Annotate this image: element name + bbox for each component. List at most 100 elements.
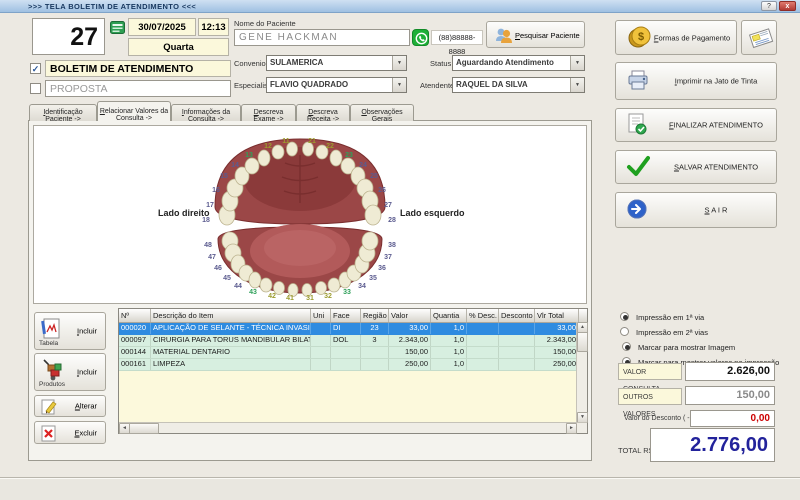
- window-title: >>> TELA BOLETIM DE ATENDIMENTO <<<: [28, 2, 196, 11]
- tooth-number[interactable]: 23: [345, 152, 353, 159]
- tooth-number[interactable]: 16: [212, 187, 220, 194]
- tooth-number[interactable]: 14: [231, 162, 239, 169]
- finalizar-atendimento-button[interactable]: FINALIZAR ATENDIMENTO: [615, 108, 777, 142]
- tooth-number[interactable]: 26: [378, 187, 386, 194]
- radio-impressao-1via[interactable]: [620, 312, 629, 321]
- proposta-checkbox[interactable]: [30, 83, 41, 94]
- help-button[interactable]: ?: [761, 1, 777, 11]
- svg-text:$: $: [638, 31, 644, 43]
- patient-name-input[interactable]: GENE HACKMAN: [234, 29, 410, 46]
- excluir-button[interactable]: Excluir: [34, 421, 106, 444]
- status-select[interactable]: Aguardando Atendimento▼: [452, 55, 585, 71]
- tooth-number[interactable]: 47: [208, 254, 216, 261]
- edit-pencil-icon: [40, 398, 58, 418]
- attendance-number-field[interactable]: 27: [32, 18, 105, 55]
- tab-descreva-exame[interactable]: Descreva Exame ->: [241, 104, 296, 121]
- tooth-number[interactable]: 13: [245, 152, 253, 159]
- horizontal-scrollbar[interactable]: ◄ ►: [119, 422, 587, 433]
- grid-cell: 000161: [119, 359, 151, 370]
- help-icon: ?: [767, 3, 771, 10]
- salvar-label: SALVAR ATENDIMENTO: [660, 163, 772, 172]
- tooth-number[interactable]: 35: [369, 275, 377, 282]
- outros-valores-value: 150,00: [685, 386, 775, 405]
- receipt-icon: [746, 24, 774, 57]
- weekday-field: Quarta: [128, 38, 229, 56]
- tooth-number[interactable]: 31: [306, 295, 314, 302]
- tooth-number[interactable]: 11: [282, 138, 290, 145]
- desconto-value[interactable]: 0,00: [690, 410, 775, 427]
- chevron-down-icon[interactable]: ▼: [570, 78, 584, 92]
- close-button[interactable]: x: [779, 1, 796, 11]
- sair-button[interactable]: S A I R: [615, 192, 777, 228]
- tooth-number[interactable]: 46: [214, 265, 222, 272]
- scrollbar-thumb[interactable]: [129, 423, 159, 434]
- boletim-checkbox[interactable]: ✓: [30, 63, 41, 74]
- green-check-icon: [626, 155, 650, 179]
- incluir-tabela-button[interactable]: Incluir Tabela: [34, 312, 106, 350]
- chevron-down-icon[interactable]: ▼: [570, 56, 584, 70]
- whatsapp-icon[interactable]: [412, 29, 429, 46]
- tooth-number[interactable]: 21: [308, 138, 316, 145]
- tooth-number[interactable]: 24: [359, 162, 367, 169]
- radio-impressao-2vias[interactable]: [620, 327, 629, 336]
- vertical-scrollbar[interactable]: ▲ ▼: [576, 322, 587, 423]
- convenio-select[interactable]: SULAMERICA▼: [266, 55, 407, 71]
- scroll-right-icon[interactable]: ►: [566, 423, 577, 434]
- tooth-number[interactable]: 15: [220, 173, 228, 180]
- table-row[interactable]: 000161 LIMPEZA 250,00 1,0 250,00: [119, 359, 587, 371]
- tab-descreva-receita[interactable]: Descreva Receita ->: [296, 104, 350, 121]
- salvar-atendimento-button[interactable]: SALVAR ATENDIMENTO: [615, 150, 777, 184]
- tooth-number[interactable]: 43: [249, 289, 257, 296]
- especialista-select[interactable]: FLAVIO QUADRADO▼: [266, 77, 407, 93]
- atendente-select[interactable]: RAQUEL DA SILVA ▼: [452, 77, 585, 93]
- chevron-down-icon[interactable]: ▼: [392, 56, 406, 70]
- tooth-number[interactable]: 48: [204, 242, 212, 249]
- formas-pagamento-label: Formas de Pagamento: [652, 33, 732, 42]
- tooth-number[interactable]: 34: [358, 283, 366, 290]
- tooth-number[interactable]: 18: [202, 217, 210, 224]
- grid-cell: 23: [361, 323, 389, 334]
- tooth-number[interactable]: 25: [370, 173, 378, 180]
- atendente-label: Atendente: [420, 81, 454, 90]
- alterar-button[interactable]: Alterar: [34, 395, 106, 417]
- tooth-number[interactable]: 38: [388, 242, 396, 249]
- chevron-down-icon[interactable]: ▼: [392, 78, 406, 92]
- imprimir-button[interactable]: Imprimir na Jato de Tinta: [615, 62, 777, 100]
- tooth-number[interactable]: 45: [223, 275, 231, 282]
- incluir-produtos-button[interactable]: Incluir Produtos: [34, 353, 106, 391]
- search-patient-button[interactable]: Pesquisar Paciente: [486, 21, 585, 48]
- tab-informacoes-consulta[interactable]: Informações da Consulta ->: [171, 104, 241, 121]
- tooth-number[interactable]: 41: [286, 295, 294, 302]
- tooth-number[interactable]: 32: [324, 293, 332, 300]
- check-icon: ✓: [32, 64, 40, 74]
- scrollbar-thumb[interactable]: [577, 332, 588, 352]
- tooth-number[interactable]: 37: [384, 254, 392, 261]
- phone-field[interactable]: (88)88888-8888: [431, 30, 483, 45]
- grid-cell: [311, 359, 331, 370]
- tab-observacoes-gerais[interactable]: Observações Gerais: [350, 104, 414, 121]
- radio-mostrar-imagem[interactable]: [622, 342, 631, 351]
- tooth-number[interactable]: 12: [264, 143, 272, 150]
- search-patient-label: Pesquisar Paciente: [515, 31, 580, 40]
- grid-cell: 1,0: [431, 323, 467, 334]
- tooth-number[interactable]: 36: [378, 265, 386, 272]
- tooth-number[interactable]: 42: [268, 293, 276, 300]
- window-titlebar: >>> TELA BOLETIM DE ATENDIMENTO <<<: [0, 0, 800, 13]
- tooth-number[interactable]: 44: [234, 283, 242, 290]
- recibo-button[interactable]: [741, 20, 777, 55]
- tooth-number[interactable]: 27: [384, 202, 392, 209]
- coins-icon: $: [626, 24, 654, 52]
- tooth-number[interactable]: 22: [326, 143, 334, 150]
- tabela-caption: Tabela: [39, 340, 58, 347]
- col-header: Vlr Total: [535, 309, 579, 322]
- tab-relacionar-valores[interactable]: Relacionar Valores da Consulta ->: [97, 101, 171, 121]
- incluir-produtos-label: Incluir: [77, 368, 97, 377]
- atendente-value: RAQUEL DA SILVA: [456, 80, 528, 89]
- tooth-number[interactable]: 28: [388, 217, 396, 224]
- table-row[interactable]: 000097 CIRURGIA PARA TORUS MANDIBULAR BI…: [119, 335, 587, 347]
- table-row[interactable]: 000144 MATERIAL DENTARIO 150,00 1,0 150,…: [119, 347, 587, 359]
- tooth-number[interactable]: 33: [343, 289, 351, 296]
- formas-pagamento-button[interactable]: $ Formas de Pagamento: [615, 20, 737, 55]
- table-row[interactable]: 000020 APLICAÇÃO DE SELANTE - TÉCNICA IN…: [119, 323, 587, 335]
- tab-identificacao-paciente[interactable]: Identificação Paciente ->: [29, 104, 97, 121]
